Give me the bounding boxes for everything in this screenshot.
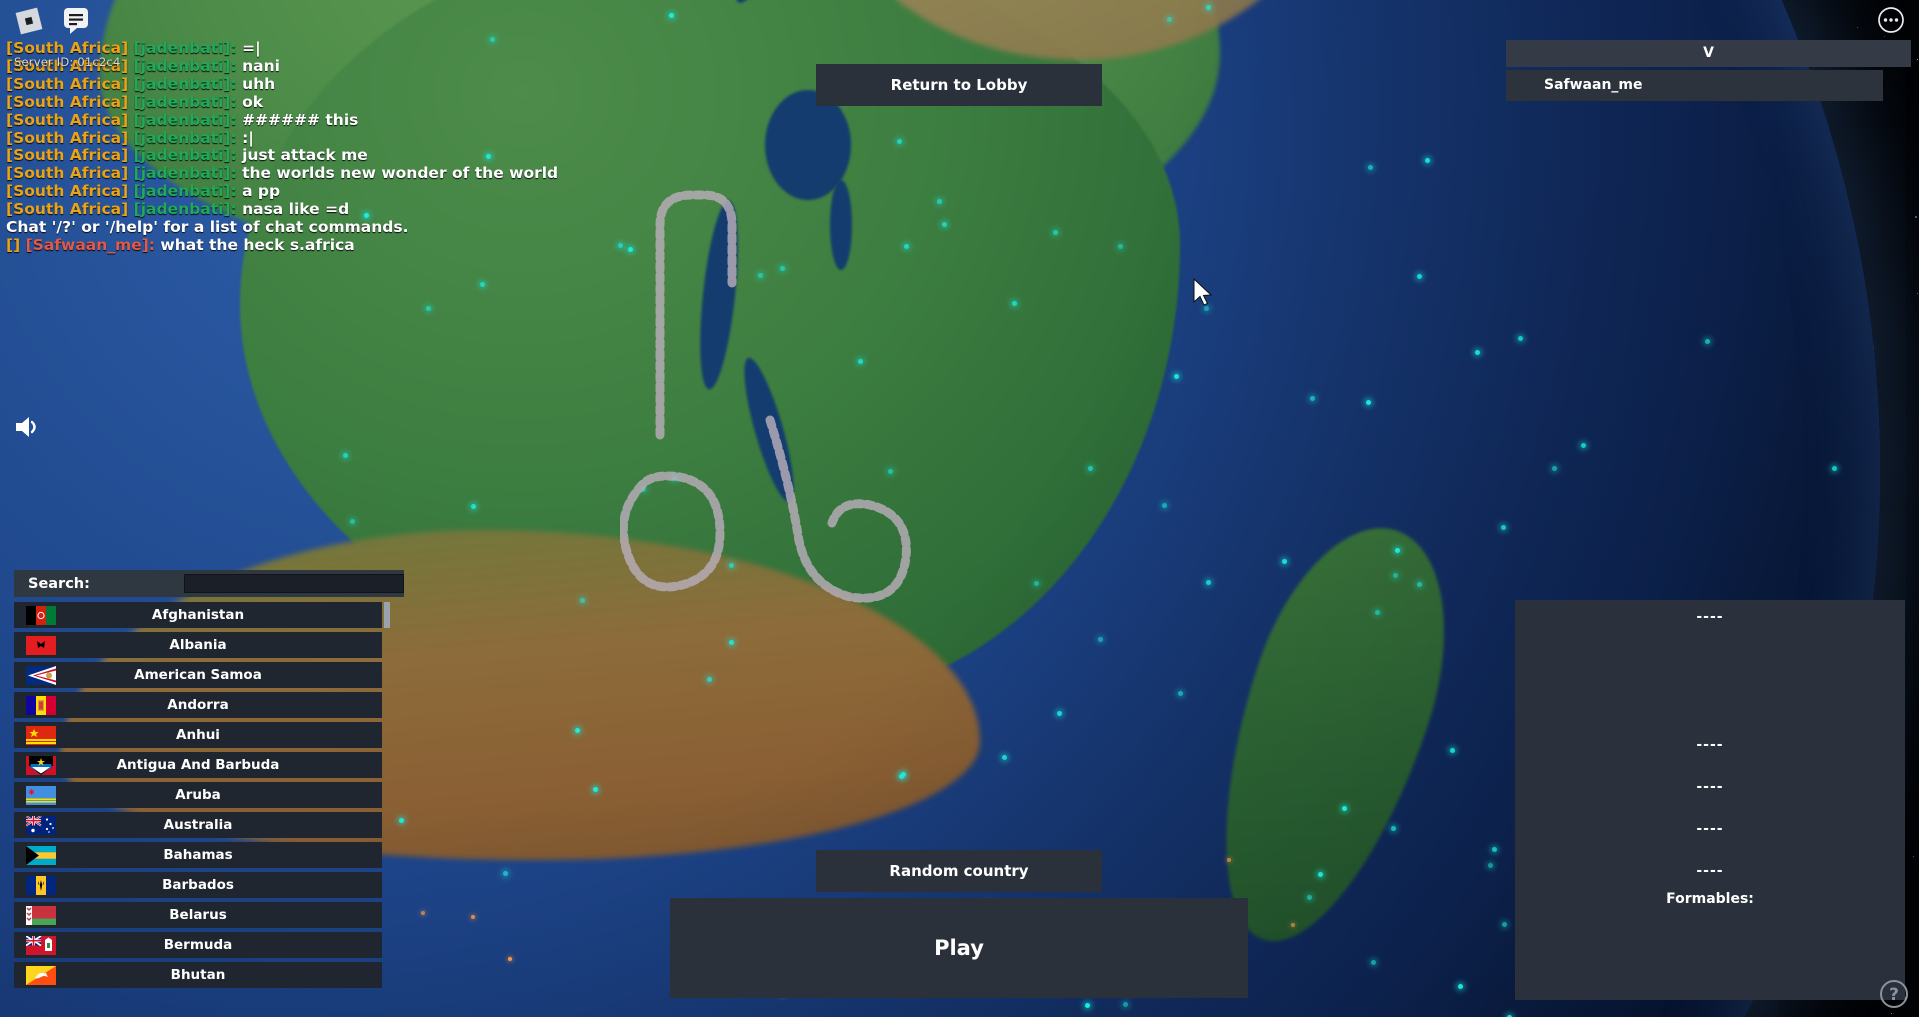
chat-line: [South Africa] [jadenbati]: ###### this [6,110,359,129]
country-name: Australia [163,817,233,833]
country-name: Anhui [176,727,220,743]
flag-afghanistan-icon [26,605,56,625]
flag-aruba-icon [26,785,56,805]
country-name: Antigua And Barbuda [116,757,280,773]
more-options-icon[interactable] [1877,6,1905,34]
country-name: Belarus [169,907,227,923]
chat-line: [South Africa] [jadenbati]: ok [6,92,264,111]
country-list-item[interactable]: Andorra [14,692,382,718]
info-line-3: ---- [1696,779,1724,795]
formables-label: Formables: [1666,891,1754,907]
chat-line: [South Africa] [jadenbati]: uhh [6,74,276,93]
info-line-1: ---- [1696,609,1724,625]
country-name: American Samoa [134,667,262,683]
country-name: Andorra [167,697,229,713]
country-name: Barbados [162,877,234,893]
player-list-header: V [1506,40,1911,67]
country-name: Bhutan [170,967,226,983]
search-input[interactable] [184,574,404,593]
flag-anhui-icon [26,725,56,745]
flag-bhutan-icon [26,965,56,985]
mouse-cursor [1193,278,1213,306]
flag-bahamas-icon [26,845,56,865]
flag-belarus-icon [26,905,56,925]
country-name: Afghanistan [151,607,245,623]
country-list-item[interactable]: Belarus [14,902,382,928]
flag-australia-icon [26,815,56,835]
server-id-label: Server ID: 01c2c4 [14,55,121,69]
info-line-2: ---- [1696,737,1724,753]
chat-line: [South Africa] [jadenbati]: just attack … [6,146,368,165]
country-name: Albania [169,637,227,653]
return-to-lobby-button[interactable]: Return to Lobby [816,64,1102,106]
roblox-logo-icon[interactable] [12,4,46,38]
chat-bubble-icon[interactable] [60,4,92,36]
chat-line: [South Africa] [jadenbati]: :| [6,128,254,147]
flag-andorra-icon [26,695,56,715]
chat-line: [South Africa] [jadenbati]: nasa like =d [6,200,350,219]
country-list-item[interactable]: Bahamas [14,842,382,868]
flag-antigua-and-barbuda-icon [26,755,56,775]
flag-barbados-icon [26,875,56,895]
player-list: V Safwaan_me [1506,40,1911,101]
flag-albania-icon [26,635,56,655]
chat-own-line: [] [Safwaan_me]: what the heck s.africa [6,235,355,254]
country-list-item[interactable]: Australia [14,812,382,838]
search-label: Search: [28,575,90,592]
country-list[interactable]: Afghanistan Albania American Samoa Andorra A… [14,602,404,989]
country-info-panel: ---- ---- ---- ---- ---- Formables: [1515,600,1905,1000]
country-list-item[interactable]: Afghanistan [14,602,382,628]
country-name: Aruba [175,787,221,803]
country-name: Bermuda [163,937,233,953]
country-list-item[interactable]: Antigua And Barbuda [14,752,382,778]
chat-log[interactable]: [South Africa] [jadenbati]: =| [South Afr… [0,39,559,255]
country-select-panel: Search: Afghanistan Albania American Samoa… [14,570,404,989]
country-list-item[interactable]: Bermuda [14,932,382,958]
country-list-item[interactable]: American Samoa [14,662,382,688]
question-mark-icon[interactable]: ? [1879,979,1909,1009]
search-row: Search: [14,570,404,597]
chat-line: [South Africa] [jadenbati]: the worlds n… [6,164,559,183]
chat-system-line: Chat '/?' or '/help' for a list of chat … [6,218,409,237]
random-country-button[interactable]: Random country [816,850,1102,892]
speaker-volume-icon[interactable] [12,412,42,442]
player-list-row[interactable]: Safwaan_me [1506,70,1883,101]
country-list-item[interactable]: Bhutan [14,962,382,988]
country-list-item[interactable]: Anhui [14,722,382,748]
flag-bermuda-icon [26,935,56,955]
country-list-scroll-thumb[interactable] [384,602,390,628]
chat-line: [South Africa] [jadenbati]: a pp [6,182,281,201]
country-list-item[interactable]: Barbados [14,872,382,898]
country-name: Bahamas [163,847,233,863]
country-list-item[interactable]: Albania [14,632,382,658]
country-list-item[interactable]: Aruba [14,782,382,808]
info-line-4: ---- [1696,821,1724,837]
country-list-scrollbar[interactable] [384,602,390,989]
svg-text:?: ? [1889,985,1899,1005]
play-button[interactable]: Play [670,898,1248,998]
info-line-5: ---- [1696,863,1724,879]
lake-turkana [830,180,852,270]
flag-american-samoa-icon [26,665,56,685]
